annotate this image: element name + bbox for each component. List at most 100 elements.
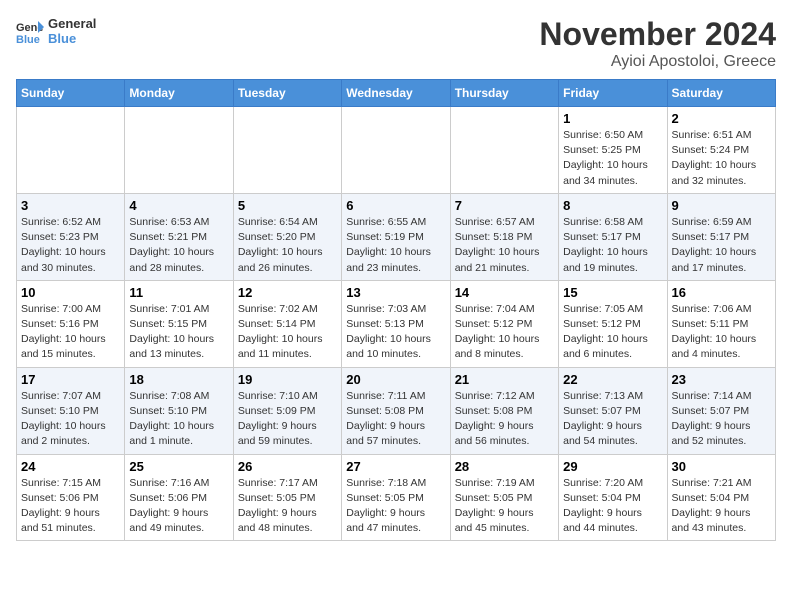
calendar-cell: 8Sunrise: 6:58 AM Sunset: 5:17 PM Daylig… [559, 193, 667, 280]
calendar-week-2: 3 Sunrise: 6:52 AM Sunset: 5:23 PM Daylig… [17, 193, 776, 280]
day-info: Sunrise: 6:55 AM Sunset: 5:19 PM Dayligh… [346, 215, 445, 276]
day-info: Sunrise: 7:16 AM Sunset: 5:06 PM Dayligh… [129, 476, 228, 537]
weekday-header-saturday: Saturday [667, 80, 775, 107]
weekday-header-wednesday: Wednesday [342, 80, 450, 107]
day-number: 29 [563, 459, 662, 474]
calendar-cell: 18 Sunrise: 7:08 AM Sunset: 5:10 PM Dayli… [125, 367, 233, 454]
day-number: 16 [672, 285, 771, 300]
day-number: 22 [563, 372, 662, 387]
day-number: 24 [21, 459, 120, 474]
calendar-week-4: 17Sunrise: 7:07 AM Sunset: 5:10 PM Dayli… [17, 367, 776, 454]
day-number: 4 [129, 198, 228, 213]
day-info: Sunrise: 7:01 AM Sunset: 5:15 PM Dayligh… [129, 302, 228, 363]
calendar-table: SundayMondayTuesdayWednesdayThursdayFrid… [16, 79, 776, 541]
day-number: 18 [129, 372, 228, 387]
calendar-cell: 12 Sunrise: 7:02 AM Sunset: 5:14 PM Dayli… [233, 280, 341, 367]
svg-text:Blue: Blue [16, 34, 40, 45]
calendar-cell [125, 107, 233, 194]
calendar-cell: 4 Sunrise: 6:53 AM Sunset: 5:21 PM Daylig… [125, 193, 233, 280]
calendar-week-5: 24 Sunrise: 7:15 AM Sunset: 5:06 PM Dayli… [17, 454, 776, 541]
day-info: Sunrise: 6:50 AM Sunset: 5:25 PM Dayligh… [563, 128, 662, 189]
day-number: 27 [346, 459, 445, 474]
calendar-cell: 9 Sunrise: 6:59 AM Sunset: 5:17 PM Daylig… [667, 193, 775, 280]
day-number: 19 [238, 372, 337, 387]
day-number: 9 [672, 198, 771, 213]
day-number: 30 [672, 459, 771, 474]
weekday-header-thursday: Thursday [450, 80, 558, 107]
day-number: 6 [346, 198, 445, 213]
day-number: 11 [129, 285, 228, 300]
day-number: 26 [238, 459, 337, 474]
calendar-cell: 15Sunrise: 7:05 AM Sunset: 5:12 PM Dayli… [559, 280, 667, 367]
weekday-header-sunday: Sunday [17, 80, 125, 107]
day-number: 20 [346, 372, 445, 387]
logo: General Blue General Blue [16, 16, 96, 46]
calendar-cell: 3 Sunrise: 6:52 AM Sunset: 5:23 PM Daylig… [17, 193, 125, 280]
calendar-cell: 29 Sunrise: 7:20 AM Sunset: 5:04 PM Dayli… [559, 454, 667, 541]
day-number: 13 [346, 285, 445, 300]
calendar-cell: 13 Sunrise: 7:03 AM Sunset: 5:13 PM Dayli… [342, 280, 450, 367]
day-number: 3 [21, 198, 120, 213]
calendar-cell: 6 Sunrise: 6:55 AM Sunset: 5:19 PM Daylig… [342, 193, 450, 280]
day-number: 21 [455, 372, 554, 387]
calendar-cell: 23Sunrise: 7:14 AM Sunset: 5:07 PM Dayli… [667, 367, 775, 454]
day-info: Sunrise: 6:53 AM Sunset: 5:21 PM Dayligh… [129, 215, 228, 276]
day-info: Sunrise: 7:07 AM Sunset: 5:10 PM Dayligh… [21, 389, 120, 450]
calendar-cell: 14Sunrise: 7:04 AM Sunset: 5:12 PM Dayli… [450, 280, 558, 367]
calendar-cell [17, 107, 125, 194]
day-info: Sunrise: 7:15 AM Sunset: 5:06 PM Dayligh… [21, 476, 120, 537]
subtitle: Ayioi Apostoloi, Greece [539, 53, 776, 71]
day-info: Sunrise: 6:54 AM Sunset: 5:20 PM Dayligh… [238, 215, 337, 276]
day-number: 28 [455, 459, 554, 474]
calendar-week-3: 10 Sunrise: 7:00 AM Sunset: 5:16 PM Dayli… [17, 280, 776, 367]
day-number: 5 [238, 198, 337, 213]
day-number: 25 [129, 459, 228, 474]
day-info: Sunrise: 6:57 AM Sunset: 5:18 PM Dayligh… [455, 215, 554, 276]
day-info: Sunrise: 7:12 AM Sunset: 5:08 PM Dayligh… [455, 389, 554, 450]
day-info: Sunrise: 7:08 AM Sunset: 5:10 PM Dayligh… [129, 389, 228, 450]
calendar-cell: 22 Sunrise: 7:13 AM Sunset: 5:07 PM Dayli… [559, 367, 667, 454]
day-number: 1 [563, 111, 662, 126]
day-info: Sunrise: 7:11 AM Sunset: 5:08 PM Dayligh… [346, 389, 445, 450]
calendar-cell: 27 Sunrise: 7:18 AM Sunset: 5:05 PM Dayli… [342, 454, 450, 541]
main-title: November 2024 [539, 16, 776, 53]
day-info: Sunrise: 7:13 AM Sunset: 5:07 PM Dayligh… [563, 389, 662, 450]
calendar-week-1: 1 Sunrise: 6:50 AM Sunset: 5:25 PM Daylig… [17, 107, 776, 194]
day-info: Sunrise: 7:00 AM Sunset: 5:16 PM Dayligh… [21, 302, 120, 363]
day-number: 10 [21, 285, 120, 300]
calendar-cell: 11 Sunrise: 7:01 AM Sunset: 5:15 PM Dayli… [125, 280, 233, 367]
calendar-cell: 24 Sunrise: 7:15 AM Sunset: 5:06 PM Dayli… [17, 454, 125, 541]
calendar-cell: 5 Sunrise: 6:54 AM Sunset: 5:20 PM Daylig… [233, 193, 341, 280]
calendar-cell: 21 Sunrise: 7:12 AM Sunset: 5:08 PM Dayli… [450, 367, 558, 454]
calendar-cell: 25 Sunrise: 7:16 AM Sunset: 5:06 PM Dayli… [125, 454, 233, 541]
logo-icon: General Blue [16, 17, 44, 45]
calendar-cell: 26 Sunrise: 7:17 AM Sunset: 5:05 PM Dayli… [233, 454, 341, 541]
weekday-header-friday: Friday [559, 80, 667, 107]
weekday-header-tuesday: Tuesday [233, 80, 341, 107]
day-info: Sunrise: 7:20 AM Sunset: 5:04 PM Dayligh… [563, 476, 662, 537]
calendar-cell [233, 107, 341, 194]
day-info: Sunrise: 7:21 AM Sunset: 5:04 PM Dayligh… [672, 476, 771, 537]
day-info: Sunrise: 7:19 AM Sunset: 5:05 PM Dayligh… [455, 476, 554, 537]
calendar-cell: 7Sunrise: 6:57 AM Sunset: 5:18 PM Daylig… [450, 193, 558, 280]
calendar-cell [342, 107, 450, 194]
weekday-header-row: SundayMondayTuesdayWednesdayThursdayFrid… [17, 80, 776, 107]
day-info: Sunrise: 7:03 AM Sunset: 5:13 PM Dayligh… [346, 302, 445, 363]
logo-line1: General [48, 16, 96, 31]
day-info: Sunrise: 7:18 AM Sunset: 5:05 PM Dayligh… [346, 476, 445, 537]
day-info: Sunrise: 6:59 AM Sunset: 5:17 PM Dayligh… [672, 215, 771, 276]
day-info: Sunrise: 7:06 AM Sunset: 5:11 PM Dayligh… [672, 302, 771, 363]
day-info: Sunrise: 6:52 AM Sunset: 5:23 PM Dayligh… [21, 215, 120, 276]
day-info: Sunrise: 7:14 AM Sunset: 5:07 PM Dayligh… [672, 389, 771, 450]
calendar-cell: 28 Sunrise: 7:19 AM Sunset: 5:05 PM Dayli… [450, 454, 558, 541]
page-header: General Blue General Blue November 2024 … [16, 16, 776, 71]
calendar-cell [450, 107, 558, 194]
day-info: Sunrise: 7:02 AM Sunset: 5:14 PM Dayligh… [238, 302, 337, 363]
calendar-cell: 17Sunrise: 7:07 AM Sunset: 5:10 PM Dayli… [17, 367, 125, 454]
day-info: Sunrise: 7:04 AM Sunset: 5:12 PM Dayligh… [455, 302, 554, 363]
day-info: Sunrise: 7:17 AM Sunset: 5:05 PM Dayligh… [238, 476, 337, 537]
day-number: 2 [672, 111, 771, 126]
logo-line2: Blue [48, 31, 96, 46]
calendar-cell: 10 Sunrise: 7:00 AM Sunset: 5:16 PM Dayli… [17, 280, 125, 367]
day-number: 12 [238, 285, 337, 300]
